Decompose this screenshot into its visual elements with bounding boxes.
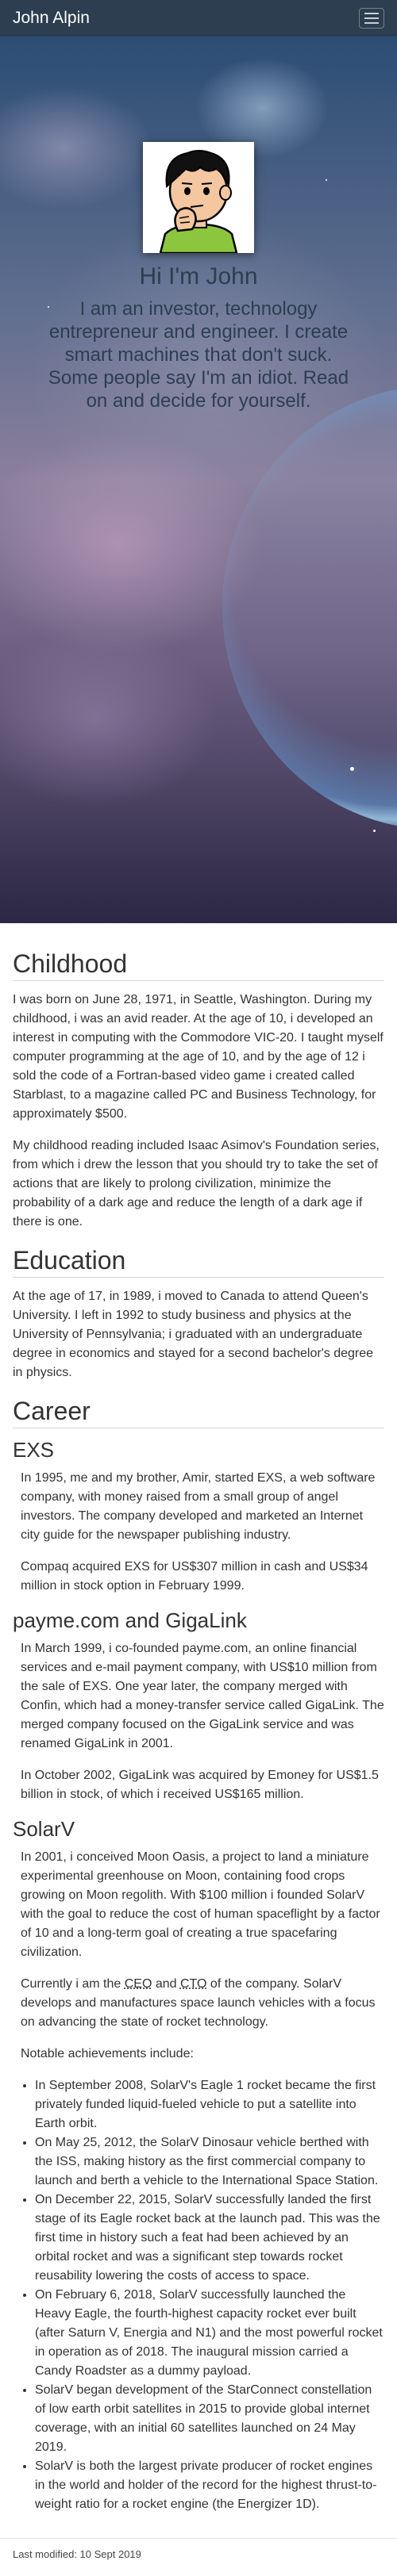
education-paragraph: At the age of 17, in 1989, i moved to Ca… bbox=[13, 1290, 374, 1379]
childhood-paragraph: I was born on June 28, 1971, in Seattle,… bbox=[13, 993, 384, 1121]
nebula-bubble bbox=[222, 385, 397, 830]
achievements-list: In September 2008, SolarV's Eagle 1 rock… bbox=[13, 2076, 384, 2514]
achievement-item: In September 2008, SolarV's Eagle 1 rock… bbox=[35, 2076, 384, 2133]
hero-section: Hi I'm John I am an investor, technology… bbox=[0, 36, 397, 923]
childhood-heading: Childhood bbox=[13, 949, 384, 981]
solarv-paragraph: In 2001, i conceived Moon Oasis, a proje… bbox=[21, 1850, 380, 1959]
exs-paragraph: Compaq acquired EXS for US$307 million i… bbox=[21, 1560, 368, 1593]
payme-heading: payme.com and GigaLink bbox=[13, 1608, 247, 1632]
achievement-item: On May 25, 2012, the SolarV Dinosaur veh… bbox=[35, 2133, 384, 2191]
avatar bbox=[143, 142, 254, 253]
last-modified: Last modified: 10 Sept 2019 bbox=[13, 2548, 141, 2560]
education-heading: Education bbox=[13, 1246, 384, 1278]
navbar: John Alpin bbox=[0, 0, 397, 36]
achievement-item: SolarV began development of the StarConn… bbox=[35, 2381, 384, 2457]
achievement-item: SolarV is both the largest private produ… bbox=[35, 2457, 384, 2514]
star bbox=[373, 830, 376, 832]
star bbox=[326, 179, 327, 181]
solarv-body: In 2001, i conceived Moon Oasis, a proje… bbox=[13, 1848, 384, 2064]
payme-body: In March 1999, i co-founded payme.com, a… bbox=[13, 1639, 384, 1804]
exs-paragraph: In 1995, me and my brother, Amir, starte… bbox=[21, 1471, 376, 1542]
role-and: and bbox=[152, 1977, 180, 1991]
brand-link[interactable]: John Alpin bbox=[13, 9, 90, 28]
role-prefix: Currently i am the bbox=[21, 1977, 125, 1991]
career-section: Career EXS In 1995, me and my brother, A… bbox=[13, 1397, 384, 2514]
achievement-item: On February 6, 2018, SolarV successfully… bbox=[35, 2286, 384, 2381]
hero-title: Hi I'm John bbox=[139, 263, 258, 289]
exs-heading: EXS bbox=[13, 1438, 55, 1462]
solarv-heading: SolarV bbox=[13, 1817, 75, 1841]
cto-abbreviation: CTO bbox=[179, 1977, 207, 1991]
star bbox=[350, 767, 354, 771]
ceo-abbreviation: CEO bbox=[124, 1977, 152, 1991]
cartoon-avatar-icon bbox=[143, 142, 254, 253]
hamburger-menu-icon[interactable] bbox=[359, 8, 384, 29]
achievement-item: On December 22, 2015, SolarV successfull… bbox=[35, 2191, 384, 2286]
payme-paragraph: In March 1999, i co-founded payme.com, a… bbox=[21, 1642, 384, 1750]
main-content: Childhood I was born on June 28, 1971, i… bbox=[0, 923, 397, 2514]
payme-paragraph: In October 2002, GigaLink was acquired b… bbox=[21, 1769, 379, 1801]
achievements-intro: Notable achievements include: bbox=[21, 2047, 194, 2060]
education-section: Education At the age of 17, in 1989, i m… bbox=[13, 1246, 384, 1382]
childhood-paragraph: My childhood reading included Isaac Asim… bbox=[13, 1139, 380, 1229]
solarv-role-paragraph: Currently i am the CEO and CTO of the co… bbox=[21, 1975, 384, 2032]
exs-body: In 1995, me and my brother, Amir, starte… bbox=[13, 1469, 384, 1596]
footer: Last modified: 10 Sept 2019 bbox=[0, 2538, 397, 2576]
childhood-section: Childhood I was born on June 28, 1971, i… bbox=[13, 949, 384, 1232]
hero-subtitle: I am an investor, technology entrepreneu… bbox=[48, 298, 349, 412]
career-heading: Career bbox=[13, 1397, 384, 1428]
